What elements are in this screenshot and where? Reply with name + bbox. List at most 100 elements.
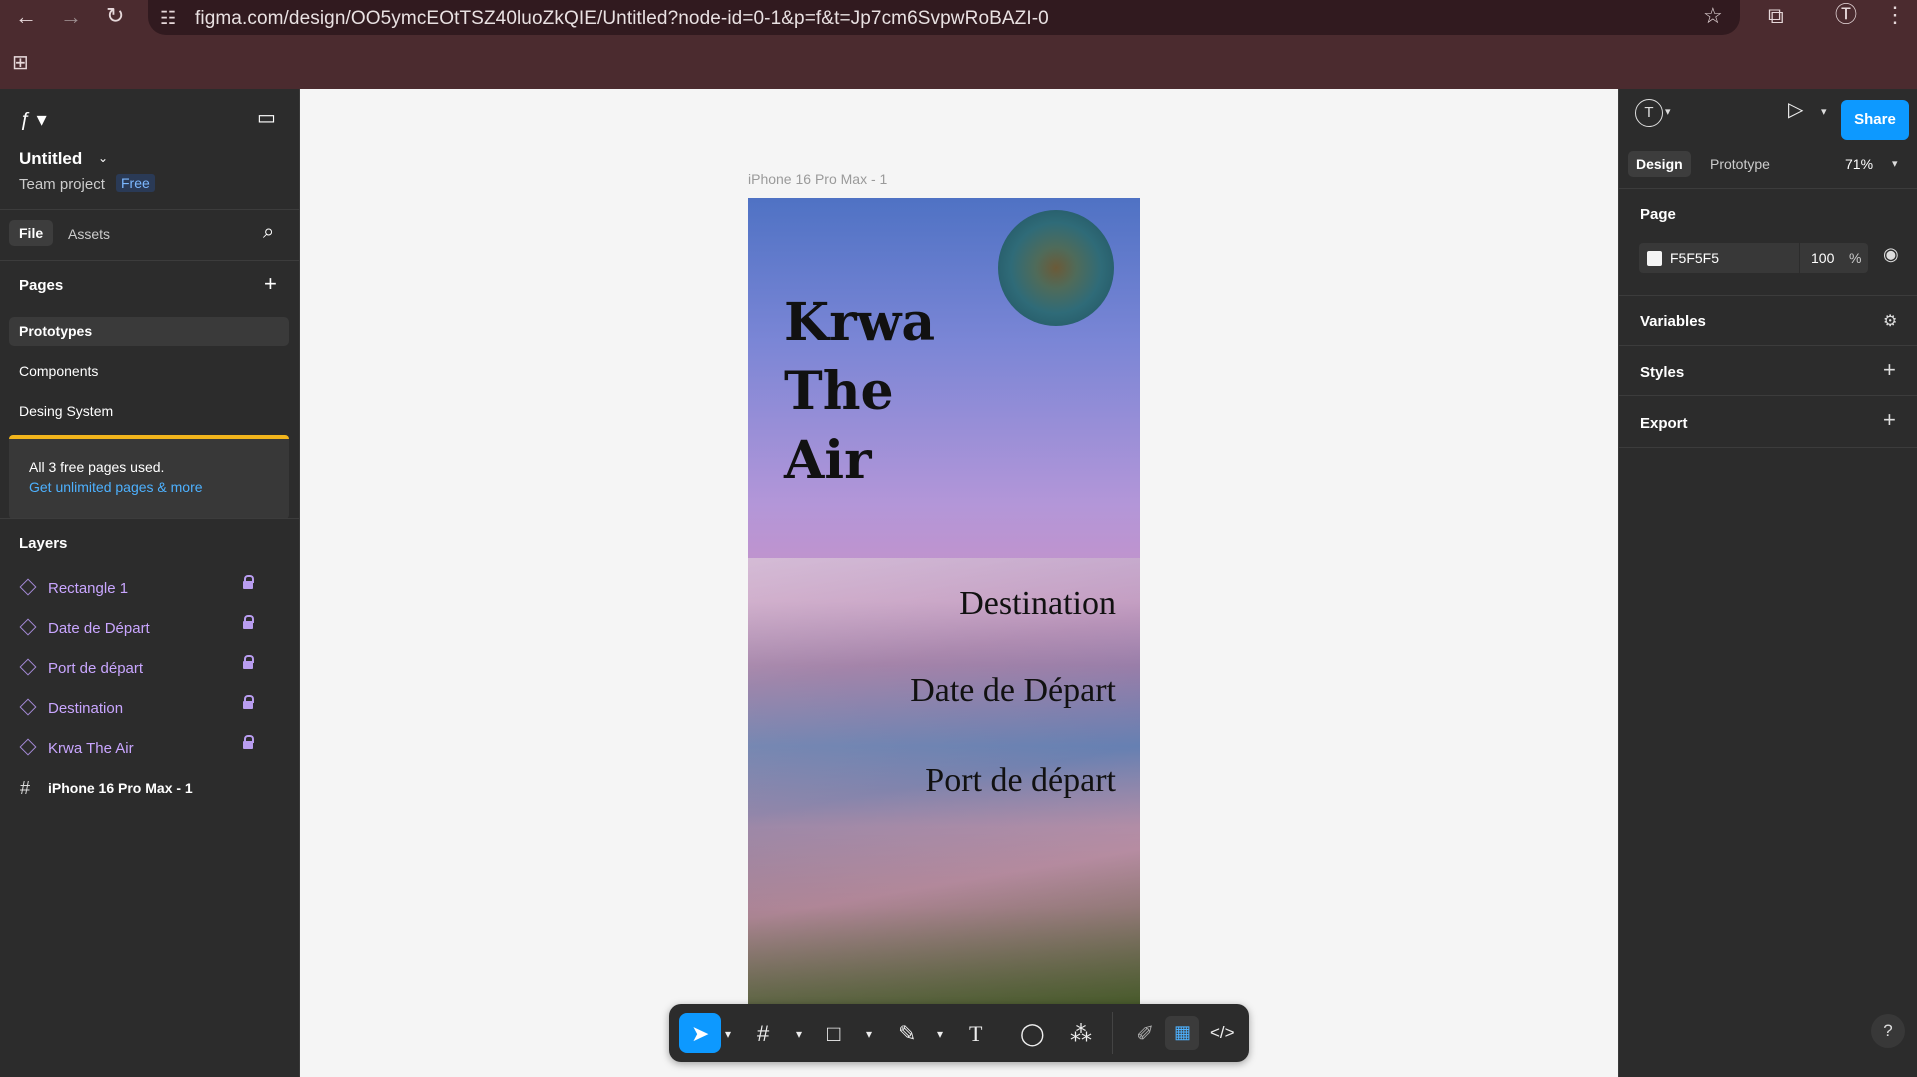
page-opacity-value[interactable]: 100 bbox=[1811, 250, 1834, 266]
left-panel: ƒ ▾ ▭ Untitled ⌄ Team project Free File … bbox=[0, 89, 300, 1077]
title-line: Air bbox=[784, 430, 872, 491]
layer-label: Rectangle 1 bbox=[48, 580, 129, 597]
design-mode-icon: ▦ bbox=[1174, 1022, 1192, 1042]
canvas[interactable]: iPhone 16 Pro Max - 1 Krwa The Air Desti… bbox=[300, 89, 1618, 1077]
add-export-icon[interactable]: + bbox=[1883, 407, 1896, 433]
bottom-toolbar: ➤ ▾ # ▾ □ ▾ ✎ ▾ T ◯ ⁂ ✐ ▦ </> bbox=[669, 1004, 1249, 1062]
menu-dots-icon[interactable]: ⋮ bbox=[1884, 4, 1906, 26]
tab-file[interactable]: File bbox=[9, 220, 54, 246]
component-icon bbox=[19, 578, 37, 596]
move-tool-button[interactable]: ➤ bbox=[679, 1013, 721, 1053]
export-title: Export bbox=[1640, 415, 1688, 432]
add-page-icon[interactable]: + bbox=[264, 271, 277, 297]
variables-title[interactable]: Variables bbox=[1640, 313, 1706, 330]
extensions-icon[interactable]: ⧉ bbox=[1768, 5, 1784, 27]
help-button[interactable]: ? bbox=[1871, 1014, 1905, 1048]
layer-label: iPhone 16 Pro Max - 1 bbox=[48, 780, 193, 796]
site-info-icon[interactable]: ☷ bbox=[160, 7, 176, 29]
resources-tool-icon[interactable]: ⁂ bbox=[1070, 1021, 1092, 1047]
divider bbox=[0, 209, 299, 210]
file-name[interactable]: Untitled bbox=[19, 149, 82, 169]
tab-prototype[interactable]: Prototype bbox=[1710, 156, 1770, 172]
forward-icon[interactable]: → bbox=[60, 6, 82, 28]
app-title: Krwa The Air bbox=[784, 288, 935, 495]
page-item-components[interactable]: Components bbox=[19, 363, 98, 379]
iphone-frame[interactable]: Krwa The Air Destination Date de Départ … bbox=[748, 198, 1140, 1004]
page-color-value[interactable]: F5F5F5 bbox=[1670, 250, 1719, 266]
lock-icon[interactable] bbox=[243, 615, 254, 629]
tab-design[interactable]: Design bbox=[1628, 151, 1691, 177]
back-icon[interactable]: ← bbox=[15, 6, 37, 28]
upgrade-link[interactable]: Get unlimited pages & more bbox=[29, 479, 203, 495]
destination-text: Destination bbox=[959, 585, 1116, 622]
profile-icon[interactable]: Ⓣ bbox=[1835, 4, 1857, 26]
search-icon[interactable]: ⌕ bbox=[263, 221, 274, 244]
free-pages-notice: All 3 free pages used. Get unlimited pag… bbox=[9, 435, 289, 519]
sidebar-toggle-icon[interactable]: ▭ bbox=[257, 105, 276, 130]
team-label: Team project bbox=[19, 176, 105, 193]
frame-label[interactable]: iPhone 16 Pro Max - 1 bbox=[748, 171, 887, 187]
port-text: Port de départ bbox=[925, 762, 1116, 799]
chevron-down-icon[interactable]: ▾ bbox=[1892, 157, 1898, 170]
date-text: Date de Départ bbox=[910, 672, 1116, 709]
layer-row[interactable]: Rectangle 1 bbox=[0, 569, 299, 609]
layer-label: Destination bbox=[48, 700, 124, 717]
notice-text: All 3 free pages used. bbox=[29, 459, 165, 475]
field-divider bbox=[1799, 243, 1800, 273]
layer-label: Port de départ bbox=[48, 660, 144, 677]
dev-mode-icon[interactable]: </> bbox=[1210, 1023, 1235, 1043]
figma-menu-icon[interactable]: ƒ ▾ bbox=[20, 107, 47, 132]
chevron-down-icon[interactable]: ▾ bbox=[725, 1027, 731, 1041]
lock-icon[interactable] bbox=[243, 735, 254, 749]
layer-row[interactable]: Port de départ bbox=[0, 649, 299, 689]
percent-label: % bbox=[1849, 250, 1862, 266]
text-tool-icon[interactable]: T bbox=[969, 1021, 982, 1047]
cursor-icon: ➤ bbox=[691, 1021, 710, 1046]
chevron-down-icon[interactable]: ▾ bbox=[866, 1027, 872, 1041]
tab-assets[interactable]: Assets bbox=[68, 226, 110, 242]
lock-icon[interactable] bbox=[243, 655, 254, 669]
visibility-eye-icon[interactable]: ◉ bbox=[1883, 244, 1899, 265]
layer-row[interactable]: Krwa The Air bbox=[0, 729, 299, 769]
title-line: Krwa bbox=[784, 292, 936, 353]
layer-label: Krwa The Air bbox=[48, 740, 134, 757]
page-item-label: Prototypes bbox=[19, 323, 93, 339]
layer-row[interactable]: Destination bbox=[0, 689, 299, 729]
page-item-prototypes[interactable]: Prototypes bbox=[9, 317, 289, 346]
frame-icon: # bbox=[20, 778, 31, 798]
chevron-down-icon[interactable]: ▾ bbox=[937, 1027, 943, 1041]
toolbar-divider bbox=[1112, 1012, 1113, 1054]
layers-title: Layers bbox=[19, 535, 68, 552]
layer-row[interactable]: Date de Départ bbox=[0, 609, 299, 649]
color-swatch[interactable] bbox=[1647, 251, 1662, 266]
pen-tool-icon[interactable]: ✎ bbox=[898, 1021, 916, 1047]
page-item-design-system[interactable]: Desing System bbox=[19, 403, 113, 419]
design-mode-button[interactable]: ▦ bbox=[1165, 1016, 1199, 1050]
divider bbox=[1619, 295, 1917, 296]
divider bbox=[1619, 345, 1917, 346]
add-style-icon[interactable]: + bbox=[1883, 357, 1896, 383]
lock-icon[interactable] bbox=[243, 575, 254, 589]
rectangle-tool-icon[interactable]: □ bbox=[827, 1021, 840, 1047]
plan-badge: Free bbox=[116, 174, 155, 192]
zoom-level[interactable]: 71% bbox=[1845, 156, 1873, 172]
divider bbox=[1619, 395, 1917, 396]
chevron-down-icon[interactable]: ▾ bbox=[796, 1027, 802, 1041]
page-color-field[interactable]: F5F5F5 100 % bbox=[1639, 243, 1868, 273]
browser-chrome: ← → ↻ ☷ figma.com/design/OO5ymcEOtTSZ40l… bbox=[0, 0, 1917, 89]
lock-icon[interactable] bbox=[243, 695, 254, 709]
draw-mode-icon[interactable]: ✐ bbox=[1136, 1021, 1154, 1047]
styles-title: Styles bbox=[1640, 364, 1685, 381]
address-bar[interactable]: ☷ figma.com/design/OO5ymcEOtTSZ40luoZkQI… bbox=[148, 0, 1740, 35]
page-section-title: Page bbox=[1640, 206, 1676, 223]
divider bbox=[0, 518, 299, 519]
variables-settings-icon[interactable]: ⚙ bbox=[1883, 311, 1897, 331]
url-text: figma.com/design/OO5ymcEOtTSZ40luoZkQIE/… bbox=[195, 8, 1049, 29]
bookmark-star-icon[interactable]: ☆ bbox=[1703, 5, 1723, 27]
reload-icon[interactable]: ↻ bbox=[106, 5, 124, 27]
layer-row-frame[interactable]: # iPhone 16 Pro Max - 1 bbox=[0, 769, 299, 809]
comment-tool-icon[interactable]: ◯ bbox=[1020, 1021, 1045, 1047]
file-name-chevron-icon[interactable]: ⌄ bbox=[98, 151, 108, 165]
apps-grid-icon[interactable]: ⊞ bbox=[12, 52, 29, 74]
frame-tool-icon[interactable]: # bbox=[757, 1021, 769, 1047]
